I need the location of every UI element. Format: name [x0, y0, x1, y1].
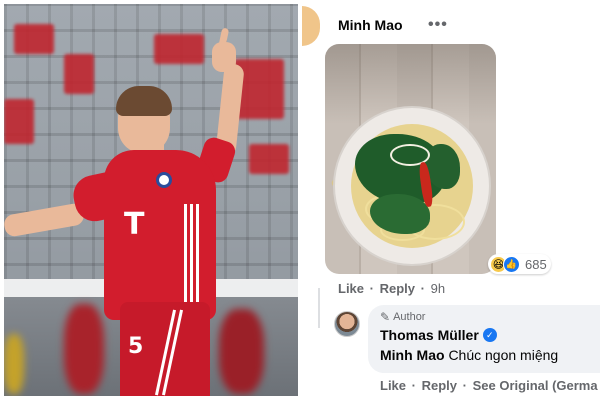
comment-timestamp[interactable]: 9h [431, 281, 445, 296]
like-icon: 👍 [503, 255, 520, 273]
thread-connector [318, 288, 320, 328]
reaction-count: 685 [525, 256, 547, 272]
mention-link[interactable]: Minh Mao [380, 347, 445, 363]
reply-actions: Like · Reply · See Original (Germa [380, 378, 600, 393]
reply-author-label[interactable]: Thomas Müller [380, 327, 479, 343]
reply-message: Minh Mao Chúc ngon miệng [380, 347, 558, 363]
verified-icon: ✓ [482, 328, 497, 342]
comment-actions: Like · Reply · 9h [338, 281, 447, 296]
reaction-summary[interactable]: 😆 👍 685 [488, 254, 551, 274]
separator-dot: · [420, 281, 425, 296]
player-figure: T 5 [4, 4, 298, 396]
shorts-number: 5 [128, 334, 144, 359]
like-link[interactable]: Like [380, 378, 406, 393]
jersey-sponsor-logo: T [124, 207, 144, 242]
reply-link[interactable]: Reply [422, 378, 457, 393]
club-crest [156, 172, 172, 188]
pencil-icon: ✎ [380, 310, 391, 324]
see-original-link[interactable]: See Original (Germa [473, 378, 598, 393]
like-link[interactable]: Like [338, 281, 364, 296]
reply-author-name[interactable]: Thomas Müller ✓ [380, 327, 497, 343]
reply-body: Chúc ngon miệng [448, 347, 559, 363]
reply-link[interactable]: Reply [380, 281, 415, 296]
noodle-bowl-photo[interactable] [325, 44, 496, 274]
jersey-stripe [184, 204, 187, 314]
jersey-stripe [196, 204, 199, 314]
separator-dot: · [411, 378, 416, 393]
jersey-stripe [190, 204, 193, 314]
separator-dot: · [369, 281, 374, 296]
author-badge: ✎ Author [380, 310, 425, 324]
player-photo: T 5 [4, 4, 298, 396]
reply-avatar[interactable] [334, 311, 360, 337]
player-hair [116, 86, 172, 116]
player-arm [4, 202, 86, 238]
ellipsis-icon[interactable]: ••• [428, 16, 448, 34]
separator-dot: · [462, 378, 467, 393]
author-badge-label: Author [393, 311, 426, 323]
comment-author-name[interactable]: Minh Mao [338, 17, 403, 33]
